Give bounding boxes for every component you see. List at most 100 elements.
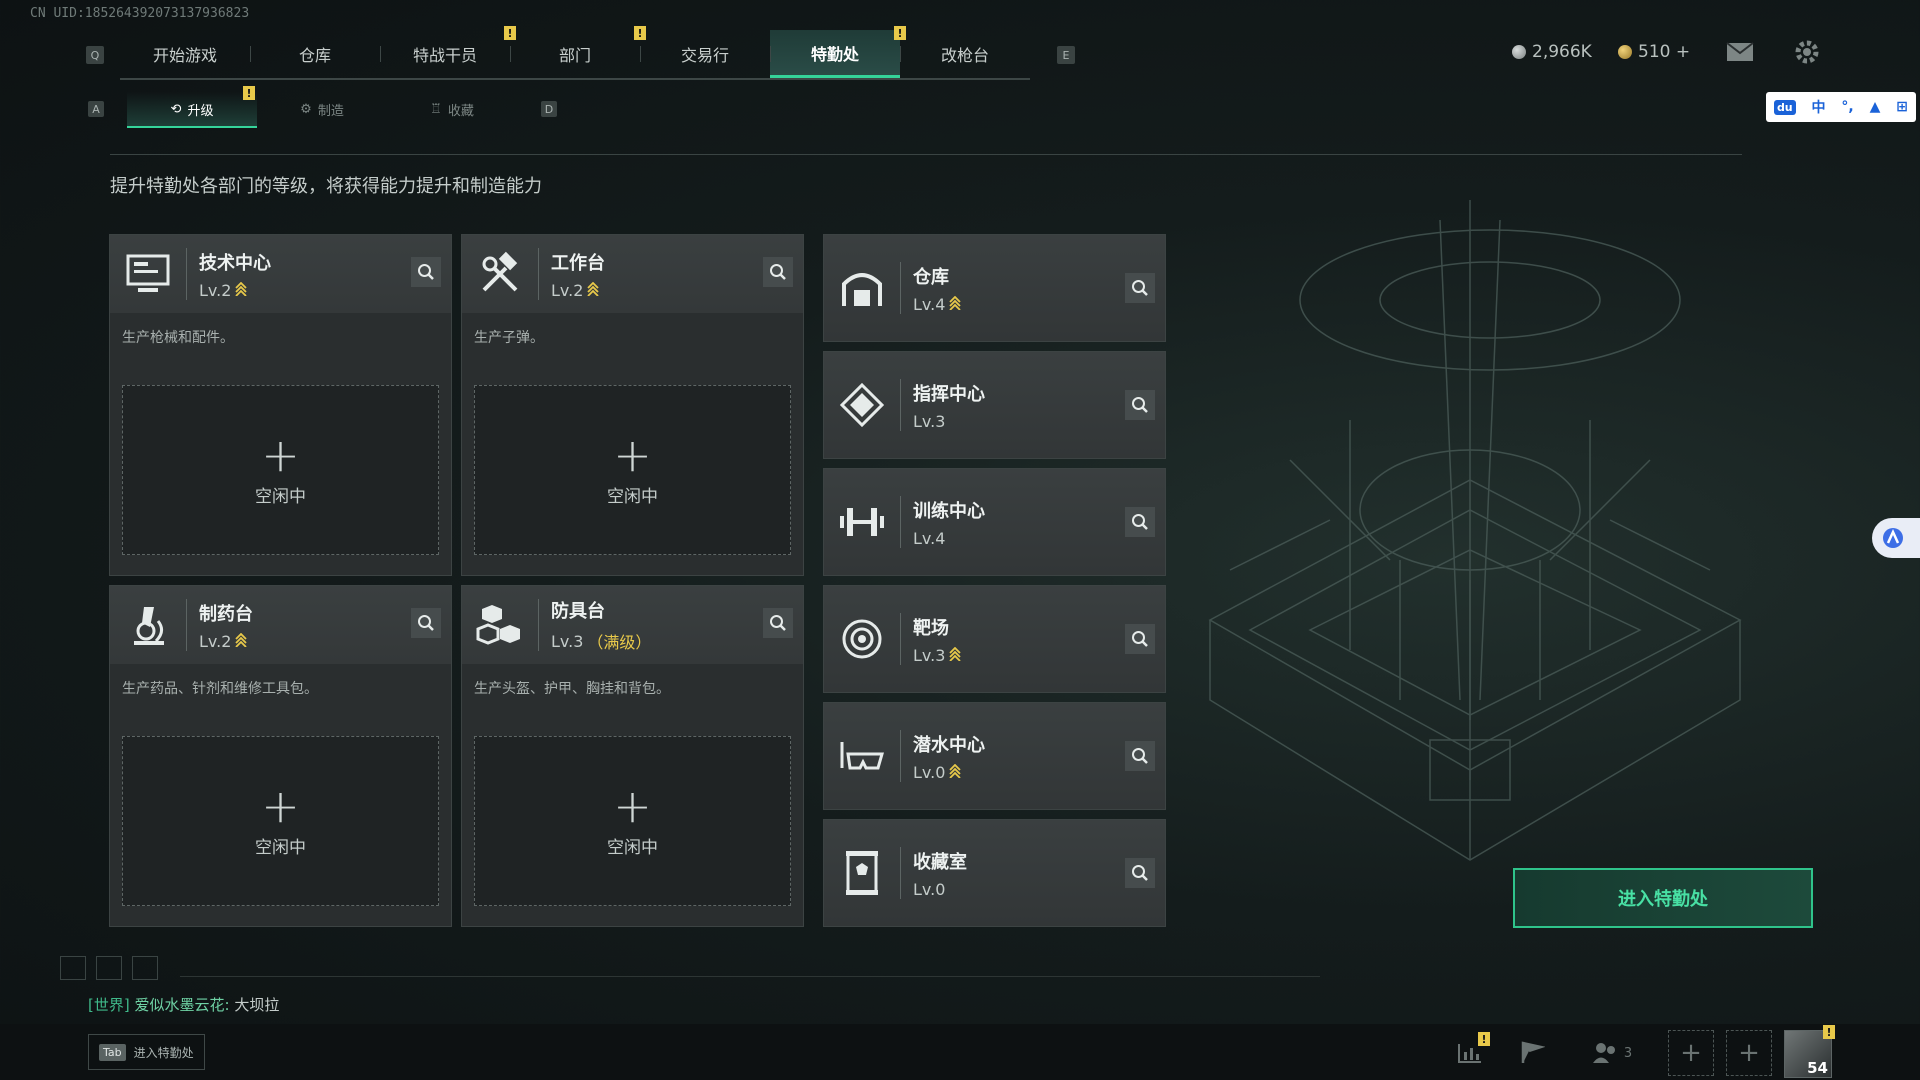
dept-level: Lv.3 bbox=[551, 631, 584, 651]
dept-description: 生产子弹。 bbox=[474, 330, 544, 346]
thumbnail bbox=[96, 956, 122, 980]
facility-name: 仓库 bbox=[913, 266, 949, 288]
tab-gunsmith[interactable]: 改枪台 bbox=[900, 30, 1030, 78]
dept-card-tech-center[interactable]: 技术中心 Lv.2 生产枪械和配件。 + 空闲中 bbox=[109, 234, 452, 576]
plus-icon: + bbox=[1738, 1038, 1760, 1068]
slot-status: 空闲中 bbox=[607, 837, 658, 858]
card-header: 制药台 Lv.2 bbox=[110, 586, 451, 664]
facility-card-diving-center[interactable]: 潜水中心 Lv.0 bbox=[823, 702, 1166, 810]
production-slot[interactable]: + 空闲中 bbox=[122, 736, 439, 906]
mail-icon[interactable] bbox=[1726, 42, 1754, 66]
invite-slot-1[interactable]: + bbox=[1668, 1030, 1714, 1076]
subnav-next-key[interactable]: D bbox=[541, 101, 557, 117]
alert-badge: ! bbox=[243, 86, 255, 100]
search-icon[interactable] bbox=[1125, 507, 1155, 537]
top-nav: 开始游戏 仓库 特战干员! 部门! 交易行 特勤处! 改枪台 bbox=[120, 26, 1030, 80]
facility-card-training-center[interactable]: 训练中心 Lv.4 bbox=[823, 468, 1166, 576]
dept-level: Lv.2 bbox=[551, 280, 584, 300]
gold-currency[interactable]: 510 + bbox=[1618, 42, 1690, 62]
nav-next-key[interactable]: E bbox=[1057, 46, 1075, 64]
facility-card-warehouse[interactable]: 仓库 Lv.4 bbox=[823, 234, 1166, 342]
facility-name: 靶场 bbox=[913, 617, 949, 639]
tab-warehouse[interactable]: 仓库 bbox=[250, 30, 380, 78]
production-slot[interactable]: + 空闲中 bbox=[122, 385, 439, 555]
plus-icon: + bbox=[261, 427, 300, 482]
ime-logo-icon[interactable]: du bbox=[1773, 99, 1796, 115]
ime-toolbar[interactable]: du 中 °, ▲ ⊞ bbox=[1766, 92, 1916, 122]
facility-card-shooting-range[interactable]: 靶场 Lv.3 bbox=[823, 585, 1166, 693]
trophy-case-icon bbox=[832, 843, 892, 903]
plus-icon: + bbox=[613, 778, 652, 833]
subtab-collect[interactable]: ♖ 收藏 bbox=[387, 92, 517, 126]
facility-card-collection-room[interactable]: 收藏室 Lv.0 bbox=[823, 819, 1166, 927]
dept-description: 生产药品、针剂和维修工具包。 bbox=[122, 681, 318, 697]
search-icon[interactable] bbox=[411, 257, 441, 287]
dept-level: Lv.2 bbox=[199, 280, 232, 300]
facility-name: 指挥中心 bbox=[913, 383, 985, 405]
subtab-label: 制造 bbox=[317, 103, 344, 119]
sub-nav: ⟲ 升级 ! ⚙ 制造 ♖ 收藏 bbox=[127, 86, 517, 128]
tab-start-game[interactable]: 开始游戏 bbox=[120, 30, 250, 78]
dept-level: Lv.2 bbox=[199, 631, 232, 651]
settings-gear-icon[interactable] bbox=[1794, 39, 1820, 69]
tab-department[interactable]: 部门! bbox=[510, 26, 646, 78]
flag-icon[interactable] bbox=[1514, 1036, 1550, 1070]
stats-icon[interactable]: ! bbox=[1452, 1032, 1490, 1070]
ime-menu-icon[interactable]: ⊞ bbox=[1896, 99, 1908, 115]
search-icon[interactable] bbox=[1125, 273, 1155, 303]
subnav-prev-key[interactable]: A bbox=[88, 101, 104, 117]
alert-badge: ! bbox=[1478, 1032, 1490, 1046]
search-icon[interactable] bbox=[1125, 858, 1155, 888]
tab-hint-label: 进入特勤处 bbox=[133, 1045, 194, 1060]
card-header: 收藏室 Lv.0 bbox=[824, 820, 1165, 926]
tab-shortcut-hint[interactable]: Tab 进入特勤处 bbox=[88, 1034, 205, 1070]
chat-channel: [世界] bbox=[88, 996, 130, 1014]
plus-icon: + bbox=[613, 427, 652, 482]
ime-skin-icon[interactable]: ▲ bbox=[1870, 99, 1881, 115]
search-icon[interactable] bbox=[1125, 624, 1155, 654]
friends-button[interactable]: 3 bbox=[1584, 1036, 1640, 1070]
nav-prev-key[interactable]: Q bbox=[86, 46, 104, 64]
search-icon[interactable] bbox=[763, 257, 793, 287]
tab-special-ops[interactable]: 特勤处! bbox=[770, 26, 906, 78]
ime-punct-icon[interactable]: °, bbox=[1841, 99, 1853, 115]
card-header: 指挥中心 Lv.3 bbox=[824, 352, 1165, 458]
search-icon[interactable] bbox=[763, 608, 793, 638]
monitor-icon bbox=[118, 244, 178, 304]
warehouse-icon bbox=[832, 258, 892, 318]
search-icon[interactable] bbox=[411, 608, 441, 638]
slot-status: 空闲中 bbox=[607, 486, 658, 507]
invite-slot-2[interactable]: + bbox=[1726, 1030, 1772, 1076]
tab-label: 仓库 bbox=[298, 46, 331, 65]
dept-card-workbench[interactable]: 工作台 Lv.2 生产子弹。 + 空闲中 bbox=[461, 234, 804, 576]
dept-description: 生产头盔、护甲、胸挂和背包。 bbox=[474, 681, 670, 697]
dept-card-pharmacy[interactable]: 制药台 Lv.2 生产药品、针剂和维修工具包。 + 空闲中 bbox=[109, 585, 452, 927]
search-icon[interactable] bbox=[1125, 741, 1155, 771]
tab-label: 改枪台 bbox=[940, 46, 989, 65]
mini-thumbnails bbox=[60, 956, 158, 980]
card-header: 工作台 Lv.2 bbox=[462, 235, 803, 313]
tab-operators[interactable]: 特战干员! bbox=[380, 26, 516, 78]
player-avatar[interactable]: 54 ! bbox=[1784, 1025, 1835, 1078]
max-level-tag: （满级） bbox=[587, 633, 652, 652]
production-slot[interactable]: + 空闲中 bbox=[474, 736, 791, 906]
search-icon[interactable] bbox=[1125, 390, 1155, 420]
dumbbell-icon bbox=[832, 492, 892, 552]
separator bbox=[900, 262, 901, 314]
separator bbox=[186, 248, 187, 300]
subtab-upgrade[interactable]: ⟲ 升级 ! bbox=[127, 86, 257, 128]
friends-icon bbox=[1592, 1043, 1615, 1063]
ime-language[interactable]: 中 bbox=[1812, 97, 1826, 117]
production-slot[interactable]: + 空闲中 bbox=[474, 385, 791, 555]
facility-card-command-center[interactable]: 指挥中心 Lv.3 bbox=[823, 351, 1166, 459]
tab-key: Tab bbox=[99, 1043, 126, 1061]
silver-currency[interactable]: 2,966K bbox=[1512, 42, 1592, 62]
chat-line[interactable]: [世界] 爱似水墨云花: 大坝拉 bbox=[88, 994, 279, 1015]
facility-name: 潜水中心 bbox=[913, 734, 985, 756]
separator bbox=[900, 847, 901, 899]
enter-special-ops-button[interactable]: 进入特勤处 bbox=[1513, 868, 1813, 928]
subtab-craft[interactable]: ⚙ 制造 bbox=[257, 92, 387, 126]
dept-card-armor[interactable]: 防具台 Lv.3 （满级） 生产头盔、护甲、胸挂和背包。 + 空闲中 bbox=[461, 585, 804, 927]
tab-market[interactable]: 交易行 bbox=[640, 30, 770, 78]
tab-label: 交易行 bbox=[680, 46, 729, 65]
